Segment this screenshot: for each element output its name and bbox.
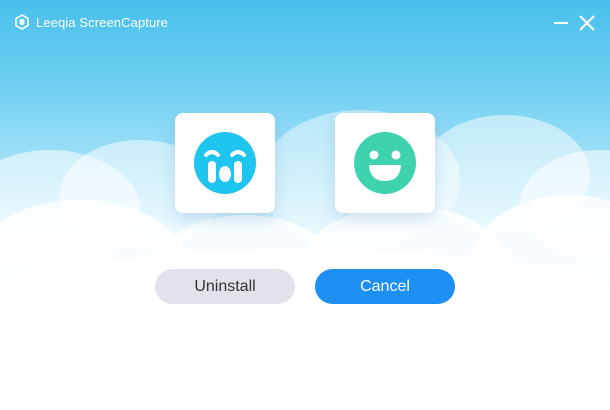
crying-face-icon — [194, 132, 256, 194]
cancel-button[interactable]: Cancel — [315, 269, 455, 304]
title-bar[interactable]: Leeqia ScreenCapture — [0, 0, 610, 46]
uninstall-dialog: Leeqia ScreenCapture Uninstall Cancel — [0, 0, 610, 410]
smiling-face-card — [335, 113, 435, 213]
smiling-face-icon — [354, 132, 416, 194]
minimize-icon[interactable] — [550, 12, 572, 34]
window-title: Leeqia ScreenCapture — [36, 15, 169, 30]
uninstall-button[interactable]: Uninstall — [155, 269, 295, 304]
leeqia-logo-icon — [15, 14, 29, 30]
crying-face-card — [175, 113, 275, 213]
close-icon[interactable] — [576, 12, 598, 34]
